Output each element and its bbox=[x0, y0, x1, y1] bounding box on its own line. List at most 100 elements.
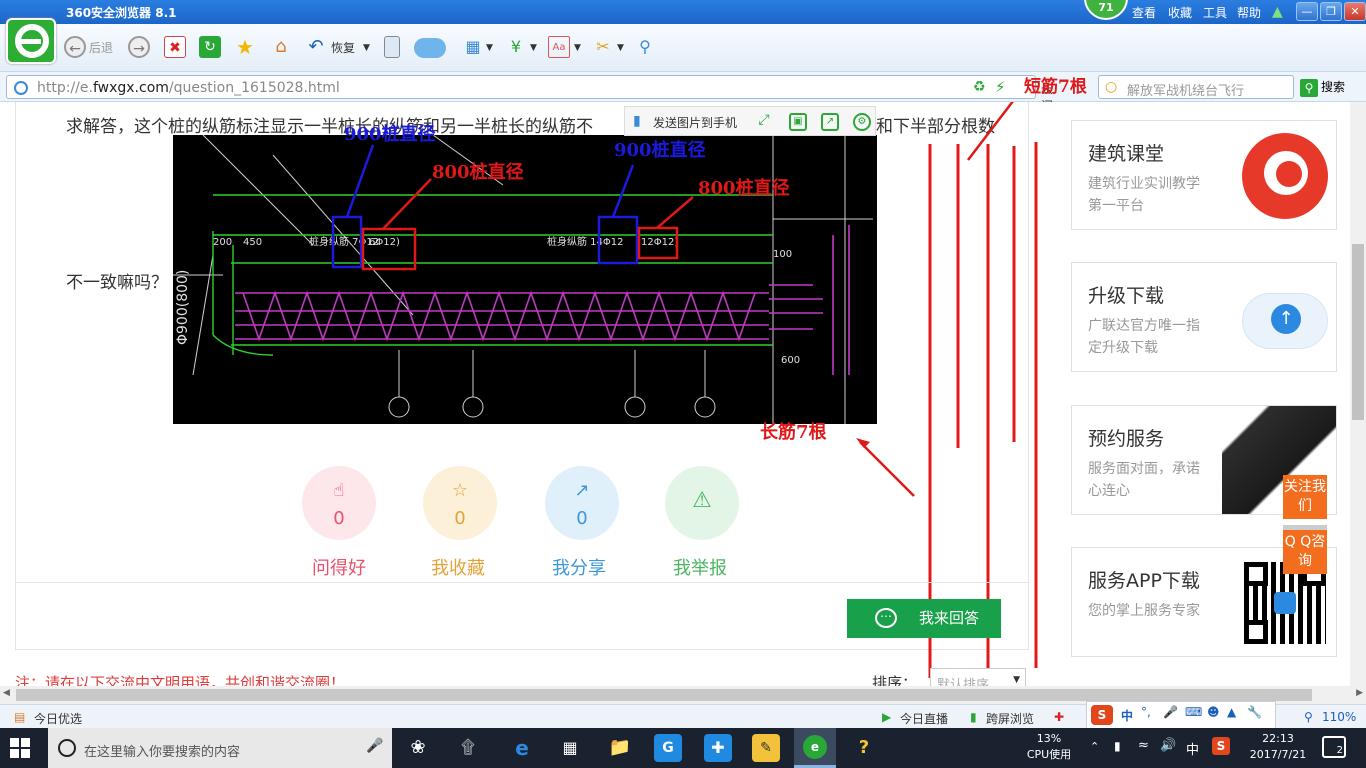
menu-view[interactable]: 查看 bbox=[1132, 4, 1156, 21]
search-button[interactable]: ⚲ 搜索 bbox=[1300, 75, 1360, 99]
home-icon[interactable]: ⌂ bbox=[270, 36, 292, 58]
restore-button[interactable]: ❐ bbox=[1320, 2, 1342, 21]
like-stat[interactable]: ☝ 0 bbox=[302, 466, 376, 540]
live-play-icon[interactable]: ▶ bbox=[882, 710, 891, 724]
sidebar-card-course[interactable]: 建筑课堂 建筑行业实训教学第一平台 bbox=[1071, 120, 1337, 230]
report-stat[interactable]: ⚠ bbox=[665, 466, 739, 540]
windows-taskbar: 在这里输入你要搜索的内容 🎤 ❀ ۩ e ▦ 📁 G ✚ ✎ e ? 13% C… bbox=[0, 728, 1366, 768]
vertical-scroll-thumb[interactable] bbox=[1352, 244, 1364, 420]
medical-plus-icon[interactable]: ✚ bbox=[1054, 710, 1064, 724]
globe-icon bbox=[14, 81, 28, 95]
taskbar-search-box[interactable]: 在这里输入你要搜索的内容 🎤 bbox=[48, 728, 392, 768]
security-score-badge[interactable]: 71 bbox=[1084, 0, 1128, 20]
back-arrow-icon[interactable]: ← bbox=[64, 36, 86, 58]
active-browser-task[interactable]: e bbox=[794, 728, 836, 768]
share-label[interactable]: 我分享 bbox=[524, 554, 634, 580]
pinwheel-app-icon[interactable]: ❀ bbox=[404, 734, 432, 762]
skin-shirt-icon[interactable]: ▲ bbox=[1272, 4, 1283, 20]
menu-tools[interactable]: 工具 bbox=[1203, 4, 1227, 21]
today-picks-link[interactable]: 今日优选 bbox=[34, 710, 82, 727]
clock[interactable]: 22:13 2017/7/21 bbox=[1246, 731, 1310, 763]
keyboard-icon[interactable]: ⌨ bbox=[1185, 705, 1202, 719]
shield-dropdown-icon[interactable]: ▼ bbox=[530, 36, 537, 60]
volume-icon[interactable]: 🔊 bbox=[1160, 738, 1176, 753]
g-app-icon[interactable]: G bbox=[654, 734, 682, 762]
ime-chinese-mode[interactable]: 中 bbox=[1121, 707, 1133, 724]
cpu-usage-widget[interactable]: 13% CPU使用 bbox=[1024, 731, 1074, 763]
refresh-icon[interactable]: ↻ bbox=[199, 36, 221, 58]
wifi-icon[interactable]: ≈ bbox=[1138, 738, 1149, 753]
spiral-app-icon[interactable]: ۩ bbox=[454, 734, 482, 762]
follow-us-button[interactable]: 关注我们 bbox=[1283, 475, 1327, 519]
chevron-up-icon[interactable]: ⌃ bbox=[1090, 740, 1099, 753]
forward-arrow-icon[interactable]: → bbox=[128, 36, 150, 58]
store-bag-icon[interactable]: ▦ bbox=[556, 734, 584, 762]
address-bar[interactable]: http://e.fwxgx.com/question_1615028.html… bbox=[6, 75, 1053, 113]
back-label[interactable]: 后退 bbox=[89, 36, 113, 60]
address-row: http://e.fwxgx.com/question_1615028.html… bbox=[0, 72, 1366, 113]
horizontal-scroll-thumb[interactable] bbox=[16, 689, 1312, 701]
screenshot-dropdown-icon[interactable]: ▼ bbox=[617, 36, 624, 60]
stop-icon[interactable]: ✖ bbox=[164, 36, 186, 58]
restore-undo-icon[interactable]: ↶ bbox=[305, 36, 327, 58]
close-button[interactable]: ✕ bbox=[1344, 2, 1366, 21]
recycle-icon[interactable]: ♻ bbox=[973, 79, 986, 95]
cloud-icon[interactable] bbox=[414, 38, 446, 58]
page-content: 求解答，这个桩的纵筋标注显示一半桩长的纵筋和另一半桩长的纵筋不 和下半部分根数 … bbox=[0, 102, 1350, 686]
apps-dropdown-icon[interactable]: ▼ bbox=[486, 36, 493, 60]
phone-icon[interactable] bbox=[384, 36, 400, 58]
file-explorer-icon[interactable]: 📁 bbox=[606, 734, 634, 762]
notes-app-icon[interactable]: ✎ bbox=[752, 734, 780, 762]
microphone-icon[interactable]: 🎤 bbox=[366, 738, 383, 754]
plus-app-icon[interactable]: ✚ bbox=[704, 734, 732, 762]
favorite-stat[interactable]: ☆ 0 bbox=[423, 466, 497, 540]
shield-yen-icon[interactable]: ¥ bbox=[505, 36, 527, 58]
ime-toolbar[interactable]: S 中 °, 🎤 ⌨ ☻ ▲ 🔧 bbox=[1086, 701, 1276, 729]
user-icon[interactable]: ☻ bbox=[1207, 705, 1220, 719]
screenshot-icon[interactable]: ✂ bbox=[592, 36, 614, 58]
sort-select[interactable]: 默认排序 ▼ bbox=[930, 668, 1026, 686]
gift-icon[interactable]: ▤ bbox=[14, 710, 25, 724]
wrench-icon[interactable]: 🔧 bbox=[1247, 705, 1262, 719]
punctuation-icon[interactable]: °, bbox=[1141, 705, 1151, 719]
favorite-star-icon[interactable]: ★ bbox=[234, 36, 256, 58]
search-engine-icon[interactable]: ○ bbox=[1105, 79, 1117, 95]
scroll-left-arrow-icon[interactable]: ◀ bbox=[3, 688, 10, 698]
menu-help[interactable]: 帮助 bbox=[1237, 4, 1261, 21]
microphone-icon[interactable]: 🎤 bbox=[1163, 705, 1178, 719]
sogou-tray-icon[interactable]: S bbox=[1212, 737, 1230, 755]
translate-icon[interactable]: Aa bbox=[548, 36, 570, 58]
minimize-button[interactable]: — bbox=[1296, 2, 1318, 21]
restore-label[interactable]: 恢复 bbox=[331, 36, 355, 60]
notification-center-icon[interactable]: 2 bbox=[1322, 736, 1346, 758]
search-input[interactable]: ○ 解放军战机绕台飞行 bbox=[1098, 75, 1294, 99]
zoom-level[interactable]: 110% bbox=[1322, 710, 1356, 724]
skin-shirt-icon[interactable]: ▲ bbox=[1227, 705, 1236, 719]
help-app-icon[interactable]: ? bbox=[850, 734, 878, 762]
sogou-s-icon[interactable]: S bbox=[1091, 705, 1113, 725]
star-outline-icon: ☆ bbox=[451, 480, 469, 501]
share-stat[interactable]: ↗ 0 bbox=[545, 466, 619, 540]
windows-start-icon[interactable] bbox=[10, 738, 30, 758]
menu-favorites[interactable]: 收藏 bbox=[1168, 4, 1192, 21]
restore-dropdown-icon[interactable]: ▼ bbox=[363, 36, 370, 60]
favorite-label[interactable]: 我收藏 bbox=[403, 554, 513, 580]
battery-icon[interactable]: ▮ bbox=[1114, 739, 1121, 753]
zoom-icon[interactable]: ⚲ bbox=[1304, 710, 1313, 724]
phone-cross-icon[interactable]: ▮ bbox=[970, 710, 977, 724]
lightning-icon[interactable]: ⚡ bbox=[995, 78, 1006, 96]
qq-consult-button[interactable]: Q Q咨询 bbox=[1283, 530, 1327, 574]
url-text[interactable]: http://e.fwxgx.com/question_1615028.html bbox=[37, 80, 340, 96]
edge-browser-icon[interactable]: e bbox=[508, 734, 536, 762]
scroll-right-arrow-icon[interactable]: ▶ bbox=[1356, 688, 1363, 698]
zoom-magnifier-icon[interactable]: ⚲ bbox=[634, 36, 656, 58]
like-label[interactable]: 问得好 bbox=[284, 554, 394, 580]
cross-screen-link[interactable]: 跨屏浏览 bbox=[986, 710, 1034, 727]
sidebar-card-upgrade[interactable]: 升级下载 广联达官方唯一指定升级下载 ↑ bbox=[1071, 262, 1337, 372]
apps-grid-icon[interactable]: ▦ bbox=[462, 36, 484, 58]
answer-button[interactable]: ⋯ 我来回答 bbox=[847, 599, 1001, 638]
today-live-link[interactable]: 今日直播 bbox=[900, 710, 948, 727]
translate-dropdown-icon[interactable]: ▼ bbox=[574, 36, 581, 60]
ime-indicator[interactable]: 中 bbox=[1186, 739, 1199, 758]
report-label[interactable]: 我举报 bbox=[645, 554, 755, 580]
